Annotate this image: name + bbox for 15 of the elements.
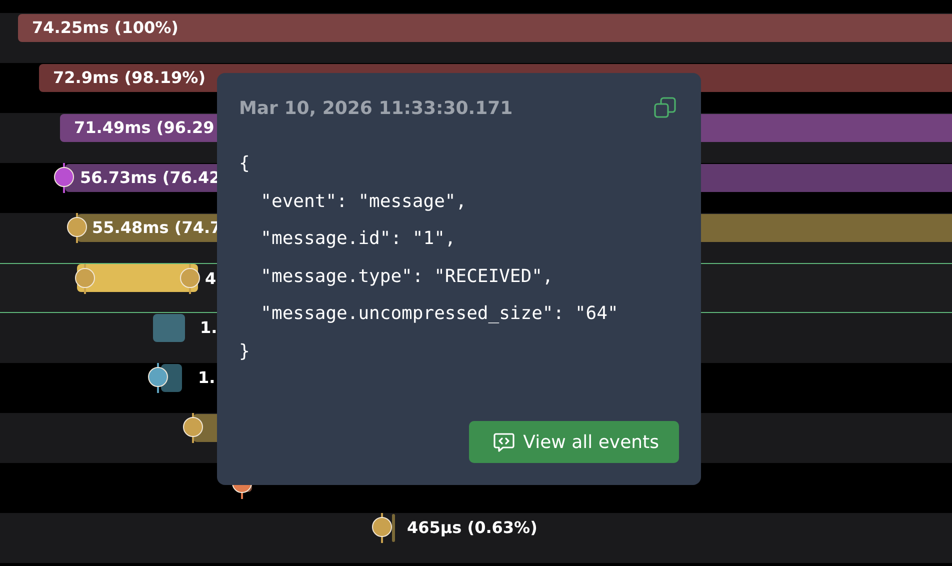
duration-label: 71.49ms (96.29 xyxy=(74,118,214,138)
duration-label: 74.25ms (100%) xyxy=(32,18,178,38)
event-timestamp: Mar 10, 2026 11:33:30.171 xyxy=(239,98,513,118)
json-line: "message.uncompressed_size": "64" xyxy=(260,302,620,326)
duration-label: 4 xyxy=(205,269,216,289)
json-line: } xyxy=(239,340,251,364)
json-line: "message.id": "1", xyxy=(260,227,457,251)
duration-label: 1. xyxy=(200,318,218,338)
json-line: "message.type": "RECEIVED", xyxy=(260,264,554,288)
json-line: { xyxy=(239,152,251,176)
json-line: "event": "message", xyxy=(260,190,468,214)
duration-label: 1. xyxy=(198,368,216,388)
duration-label: 465µs (0.63%) xyxy=(407,518,538,538)
duration-label: 72.9ms (98.19%) xyxy=(53,68,206,88)
duration-label: 56.73ms (76.42 xyxy=(80,168,220,188)
